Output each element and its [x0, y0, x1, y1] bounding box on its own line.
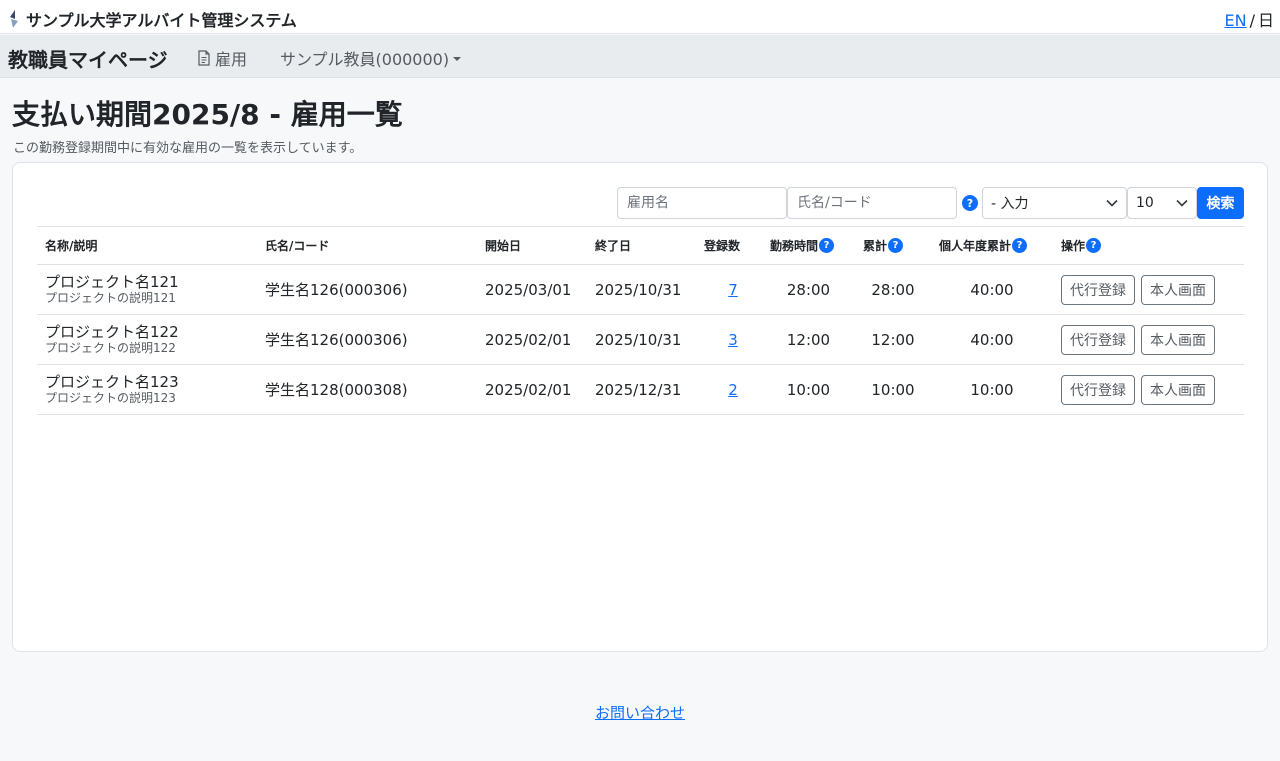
navbar-brand[interactable]: 教職員マイページ: [8, 44, 168, 73]
filter-help-icon[interactable]: ?: [962, 195, 978, 211]
page-subtitle: この勤務登録期間中に有効な雇用の一覧を表示しています。: [13, 141, 363, 156]
registrations-count-link[interactable]: 2: [728, 381, 738, 399]
registrations-count-link[interactable]: 3: [728, 331, 738, 349]
table-row: プロジェクト名123 プロジェクトの説明123 学生名128(000308) 2…: [37, 364, 1244, 415]
total-help-icon[interactable]: ?: [888, 238, 904, 253]
cell-work-hours: 12:00: [762, 314, 855, 365]
page-size-value: 10: [1136, 195, 1154, 211]
document-icon: [198, 50, 210, 66]
col-header-person: 氏名/コード: [257, 226, 477, 265]
proxy-register-button[interactable]: 代行登録: [1061, 324, 1135, 355]
input-status-select[interactable]: - 入力: [982, 187, 1127, 219]
cell-yearly-total: 40:00: [931, 264, 1053, 315]
actions-help-icon[interactable]: ?: [1086, 238, 1102, 253]
top-bar: サンプル大学アルバイト管理システム EN / 日: [0, 0, 1280, 34]
col-header-start: 開始日: [477, 226, 587, 265]
self-view-button[interactable]: 本人画面: [1141, 274, 1215, 305]
cell-yearly-total: 10:00: [931, 364, 1053, 415]
caret-down-icon: [453, 57, 462, 61]
cell-end-date: 2025/10/31: [587, 264, 696, 315]
cell-start-date: 2025/02/01: [477, 364, 587, 415]
cell-total: 10:00: [855, 364, 931, 415]
main-navbar: 教職員マイページ 雇用 サンプル教員(000000): [0, 35, 1280, 78]
work-hours-header-label: 勤務時間: [770, 239, 819, 253]
self-view-button[interactable]: 本人画面: [1141, 374, 1215, 405]
yearly-total-help-icon[interactable]: ?: [1012, 238, 1028, 253]
cell-name: プロジェクト名123 プロジェクトの説明123: [37, 364, 257, 415]
language-switcher: EN / 日: [1225, 7, 1274, 31]
cell-registrations: 7: [696, 264, 762, 315]
cell-start-date: 2025/02/01: [477, 314, 587, 365]
actions-header-label: 操作: [1061, 239, 1086, 253]
contact-link[interactable]: お問い合わせ: [595, 704, 685, 722]
total-header-label: 累計: [863, 239, 888, 253]
cell-end-date: 2025/12/31: [587, 364, 696, 415]
col-header-registrations: 登録数: [696, 226, 762, 265]
person-name-code-input[interactable]: [787, 187, 957, 219]
cell-person: 学生名128(000308): [257, 364, 477, 415]
project-name: プロジェクト名121: [45, 273, 179, 291]
app-logo-icon: [10, 10, 18, 28]
cell-work-hours: 28:00: [762, 264, 855, 315]
search-button[interactable]: 検索: [1197, 187, 1244, 219]
col-header-total: 累計?: [855, 226, 931, 265]
col-header-name: 名称/説明: [37, 226, 257, 265]
registrations-count-link[interactable]: 7: [728, 281, 738, 299]
cell-total: 28:00: [855, 264, 931, 315]
self-view-button[interactable]: 本人画面: [1141, 324, 1215, 355]
cell-start-date: 2025/03/01: [477, 264, 587, 315]
app-title: サンプル大学アルバイト管理システム: [26, 11, 297, 30]
cell-registrations: 2: [696, 364, 762, 415]
yearly-total-header-label: 個人年度累計: [939, 239, 1012, 253]
employment-name-input[interactable]: [617, 187, 787, 219]
cell-name: プロジェクト名122 プロジェクトの説明122: [37, 314, 257, 365]
work-hours-help-icon[interactable]: ?: [819, 238, 835, 253]
cell-work-hours: 10:00: [762, 364, 855, 415]
lang-ja-current: 日: [1257, 11, 1274, 30]
col-header-work-hours: 勤務時間?: [762, 226, 855, 265]
nav-employment-label: 雇用: [215, 50, 248, 69]
input-status-value: - 入力: [991, 196, 1029, 212]
project-description: プロジェクトの説明121: [45, 291, 176, 305]
cell-person: 学生名126(000306): [257, 314, 477, 365]
cell-total: 12:00: [855, 314, 931, 365]
cell-yearly-total: 40:00: [931, 314, 1053, 365]
table-row: プロジェクト名121 プロジェクトの説明121 学生名126(000306) 2…: [37, 264, 1244, 315]
employment-table: 名称/説明 氏名/コード 開始日 終了日 登録数 勤務時間? 累計? 個人年度累…: [37, 226, 1244, 415]
col-header-yearly-total: 個人年度累計?: [931, 226, 1053, 265]
nav-user-dropdown[interactable]: サンプル教員(000000): [280, 46, 462, 70]
nav-user-label: サンプル教員(000000): [280, 50, 450, 69]
project-description: プロジェクトの説明122: [45, 341, 176, 355]
proxy-register-button[interactable]: 代行登録: [1061, 274, 1135, 305]
project-name: プロジェクト名123: [45, 373, 179, 391]
cell-actions: 代行登録 本人画面: [1053, 364, 1244, 415]
cell-registrations: 3: [696, 314, 762, 365]
chevron-down-icon: [1106, 199, 1118, 207]
cell-actions: 代行登録 本人画面: [1053, 264, 1244, 315]
cell-person: 学生名126(000306): [257, 264, 477, 315]
table-row: プロジェクト名122 プロジェクトの説明122 学生名126(000306) 2…: [37, 314, 1244, 365]
nav-employment-link[interactable]: 雇用: [197, 46, 247, 70]
project-name: プロジェクト名122: [45, 323, 179, 341]
lang-en-link[interactable]: EN: [1225, 11, 1247, 30]
chevron-down-icon: [1176, 199, 1188, 207]
lang-separator: /: [1249, 11, 1255, 30]
proxy-register-button[interactable]: 代行登録: [1061, 374, 1135, 405]
cell-end-date: 2025/10/31: [587, 314, 696, 365]
page-footer: お問い合わせ: [0, 702, 1280, 723]
page-size-select[interactable]: 10: [1127, 187, 1197, 219]
project-description: プロジェクトの説明123: [45, 391, 176, 405]
col-header-actions: 操作?: [1053, 226, 1244, 265]
app-brand[interactable]: サンプル大学アルバイト管理システム: [8, 7, 297, 31]
employment-list-card: ? - 入力 10 検索 名称/説明 氏名/コード 開始日 終了日 登録数 勤務…: [12, 162, 1268, 652]
page-title: 支払い期間2025/8 - 雇用一覧: [12, 98, 403, 131]
cell-actions: 代行登録 本人画面: [1053, 314, 1244, 365]
col-header-end: 終了日: [587, 226, 696, 265]
table-header-row: 名称/説明 氏名/コード 開始日 終了日 登録数 勤務時間? 累計? 個人年度累…: [37, 226, 1244, 265]
cell-name: プロジェクト名121 プロジェクトの説明121: [37, 264, 257, 315]
